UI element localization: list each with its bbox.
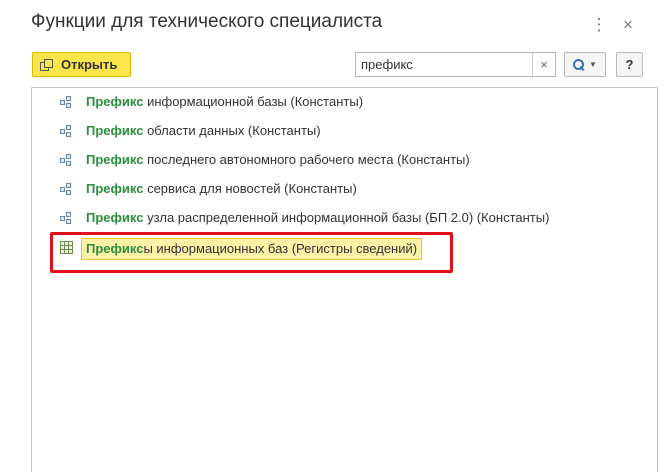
open-button-label: Открыть: [61, 57, 118, 72]
constant-icon: [60, 183, 73, 196]
list-item[interactable]: Префикс узла распределенной информационн…: [31, 206, 651, 230]
list-item-label: Префиксы информационных баз (Регистры св…: [81, 238, 423, 260]
list-item-label: Префикс информационной базы (Константы): [86, 93, 363, 111]
list-item-text: ы информационных баз (Регистры сведений): [143, 241, 418, 256]
search-match-highlight: Префикс: [86, 94, 144, 109]
list-item[interactable]: Префикс последнего автономного рабочего …: [31, 148, 651, 172]
constant-icon: [60, 154, 73, 167]
search-match-highlight: Префикс: [86, 152, 144, 167]
register-icon: [60, 241, 73, 254]
chevron-down-icon: ▼: [589, 60, 597, 69]
functions-list: [31, 87, 658, 472]
close-icon[interactable]: ×: [619, 15, 637, 35]
list-item-text: области данных (Константы): [143, 123, 321, 138]
open-icon: [40, 59, 53, 71]
help-button[interactable]: ?: [616, 52, 643, 77]
list-item[interactable]: Префикс области данных (Константы): [31, 119, 651, 143]
list-item-text: сервиса для новостей (Константы): [143, 181, 357, 196]
search-match-highlight: Префикс: [86, 123, 144, 138]
search-match-highlight: Префикс: [86, 210, 144, 225]
list-item[interactable]: Префиксы информационных баз (Регистры св…: [31, 235, 651, 260]
search-match-highlight: Префикс: [86, 181, 144, 196]
list-item[interactable]: Префикс информационной базы (Константы): [31, 90, 651, 114]
constant-icon: [60, 212, 73, 225]
list-item-text: узла распределенной информационной базы …: [143, 210, 550, 225]
search-input[interactable]: [356, 53, 532, 76]
window-title: Функции для технического специалиста: [31, 11, 383, 32]
clear-search-icon[interactable]: ×: [532, 53, 555, 76]
list-item[interactable]: Префикс сервиса для новостей (Константы): [31, 177, 651, 201]
list-item-label: Префикс сервиса для новостей (Константы): [86, 180, 357, 198]
constant-icon: [60, 125, 73, 138]
list-item-text: последнего автономного рабочего места (К…: [143, 152, 470, 167]
list-item-label: Префикс узла распределенной информационн…: [86, 209, 549, 227]
more-menu-icon[interactable]: ⋮: [590, 15, 608, 35]
search-options-button[interactable]: ▼: [564, 52, 606, 77]
list-item-label: Префикс последнего автономного рабочего …: [86, 151, 470, 169]
search-match-highlight: Префикс: [86, 241, 144, 256]
search-field: ×: [355, 52, 556, 77]
open-button[interactable]: Открыть: [32, 52, 131, 77]
list-item-text: информационной базы (Константы): [143, 94, 364, 109]
constant-icon: [60, 96, 73, 109]
list-item-label: Префикс области данных (Константы): [86, 122, 321, 140]
search-icon: [573, 59, 585, 70]
